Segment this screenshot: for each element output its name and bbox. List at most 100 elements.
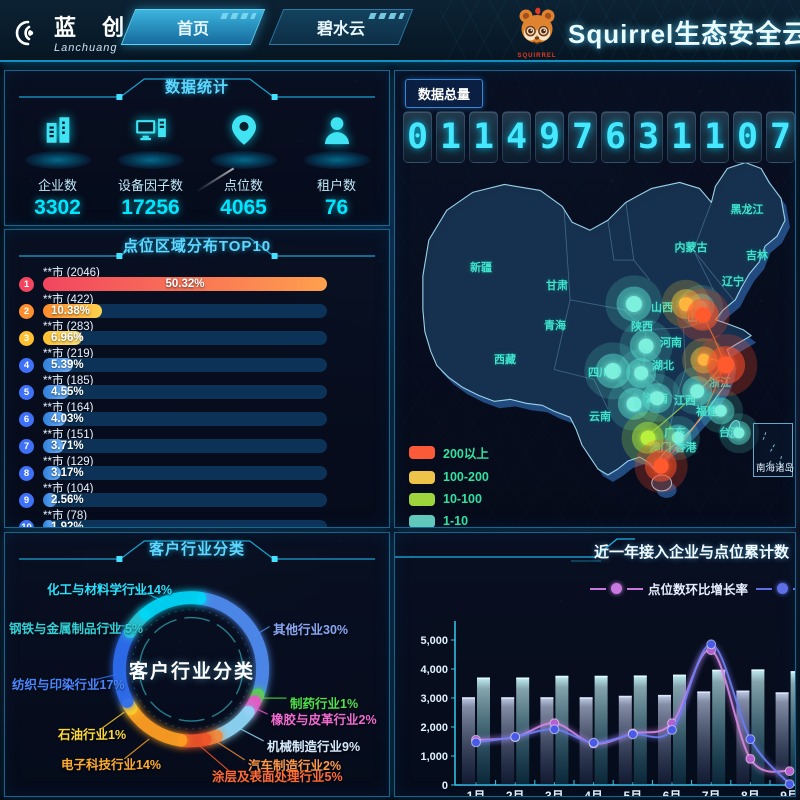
donut-segment-label: 机械制造行业9% (267, 736, 360, 755)
province-label: 四川 (588, 364, 610, 380)
province-label: 新疆 (470, 259, 492, 275)
svg-text:9月: 9月 (780, 789, 796, 797)
map-legend-item: 100-200 (409, 470, 489, 484)
top10-row[interactable]: **市 (78)101.92% (15, 507, 375, 528)
south-china-sea-inset: 南海诸岛 (753, 423, 793, 477)
main-nav: 首页 碧水云 (128, 9, 406, 45)
top10-bar-track: 4.03% (43, 412, 327, 426)
panel-industry-classification: 客户行业分类 客户行业分类 其他行业30%制药行业1%橡胶与皮革行业2%机械制造… (4, 532, 390, 797)
top10-row[interactable]: **市 (185)54.55% (15, 372, 375, 399)
stat-label: 企业数 (13, 175, 103, 194)
trend-title: 近一年接入企业与点位累计数 (594, 541, 789, 562)
legend-swatch (409, 446, 435, 459)
panel-title-bar: 点位区域分布TOP10 (5, 230, 389, 260)
lanchuang-logo-icon (14, 15, 44, 49)
donut-segment-label: 电子科技行业14% (61, 754, 161, 773)
legend-dash (793, 588, 796, 590)
stat-label: 设备因子数 (106, 175, 196, 194)
top10-pct-label: 3.71% (51, 439, 84, 453)
building-icon (41, 113, 75, 147)
top10-row[interactable]: **市 (2046)150.32% (15, 264, 375, 291)
province-label: 山东 (687, 309, 709, 325)
province-label: 吉林 (746, 247, 768, 263)
top10-row[interactable]: **市 (283)36.96% (15, 318, 375, 345)
province-label: 黑龙江 (731, 201, 764, 217)
total-data-counter: 011497631107 (403, 111, 795, 163)
counter-digit: 6 (601, 111, 630, 163)
province-label: 福建 (696, 403, 718, 419)
tab-home[interactable]: 首页 (121, 9, 266, 45)
panel-data-statistics: 数据统计 企业数 3302 设备因子数 17256 点位数 4065 (4, 70, 390, 226)
province-label: 广东 (664, 424, 686, 440)
counter-digit: 0 (403, 111, 432, 163)
top10-rank-badge: 6 (19, 412, 34, 427)
svg-text:2月: 2月 (506, 789, 525, 797)
map-legend-item: 10-100 (409, 492, 489, 506)
svg-text:4,000: 4,000 (420, 664, 448, 676)
location-pin-icon (227, 113, 261, 147)
svg-text:1,000: 1,000 (420, 751, 448, 763)
legend-label: 10-100 (443, 492, 482, 506)
top10-rank-badge: 3 (19, 331, 34, 346)
legend-label: 1-10 (443, 514, 468, 528)
panel-title: 点位区域分布TOP10 (5, 235, 389, 256)
total-data-label: 数据总量 (405, 79, 483, 108)
province-label: 澳门 香港 (649, 439, 696, 455)
province-label: 山西 (651, 299, 673, 315)
svg-text:5,000: 5,000 (420, 635, 448, 647)
top10-rank-badge: 2 (19, 304, 34, 319)
province-label: 云南 (589, 408, 611, 424)
top10-pct-label: 5.39% (51, 358, 84, 372)
top10-rank-badge: 9 (19, 493, 34, 508)
counter-digit: 4 (502, 111, 531, 163)
svg-text:8月: 8月 (741, 789, 760, 797)
top10-pct-label: 2.56% (51, 493, 84, 507)
donut-segment-label: 橡胶与皮革行业2% (271, 709, 377, 728)
top10-row[interactable]: **市 (151)73.71% (15, 426, 375, 453)
top10-row[interactable]: **市 (219)45.39% (15, 345, 375, 372)
counter-digit: 0 (733, 111, 762, 163)
legend-label: 100-200 (443, 470, 489, 484)
top10-bar-track: 4.55% (43, 385, 327, 399)
legend-label: 200以上 (443, 443, 489, 462)
province-label: 西藏 (494, 351, 516, 367)
top10-pct-label: 10.38% (51, 304, 90, 318)
stats-row: 企业数 3302 设备因子数 17256 点位数 4065 租户数 76 (5, 101, 389, 220)
counter-digit: 1 (469, 111, 498, 163)
panel-region-top10: 点位区域分布TOP10 **市 (2046)150.32%**市 (422)21… (4, 229, 390, 528)
top-header: 蓝 创 Lanchuang 首页 碧水云 SQUIRREL Squirrel生态… (0, 0, 800, 62)
top10-row[interactable]: **市 (164)64.03% (15, 399, 375, 426)
legend-swatch (409, 515, 435, 528)
province-label: 青海 (544, 317, 566, 333)
squirrel-mascot: SQUIRREL (514, 4, 560, 59)
top10-bar-track: 1.92% (43, 520, 327, 528)
inset-label: 南海诸岛 (756, 460, 794, 474)
top10-row[interactable]: **市 (129)83.17% (15, 453, 375, 480)
counter-digit: 1 (436, 111, 465, 163)
tab-bishuiyun[interactable]: 碧水云 (269, 9, 414, 45)
legend-dash (756, 588, 772, 590)
legend-swatch (409, 493, 435, 506)
map-legend-item: 200以上 (409, 443, 489, 462)
top10-bar-track: 10.38% (43, 304, 327, 318)
top10-rank-badge: 5 (19, 385, 34, 400)
panel-title: 数据统计 (5, 76, 389, 97)
map-legend-item: 1-10 (409, 514, 489, 528)
svg-text:5月: 5月 (623, 789, 642, 797)
top10-bar-list: **市 (2046)150.32%**市 (422)210.38%**市 (28… (5, 260, 389, 528)
top10-row[interactable]: **市 (104)92.56% (15, 480, 375, 507)
top10-rank-badge: 7 (19, 439, 34, 454)
svg-text:4月: 4月 (584, 789, 603, 797)
donut-segment-label: 涂层及表面处理行业5% (212, 766, 343, 785)
stat-value: 76 (292, 196, 382, 220)
legend-dash (590, 588, 606, 590)
donut-segment-label: 化工与材料学行业14% (47, 579, 172, 598)
top10-bar-track: 2.56% (43, 493, 327, 507)
stat-device-factors: 设备因子数 17256 (106, 109, 196, 220)
map-legend: 200以上 100-200 10-100 1-10 (409, 443, 489, 528)
trend-combo-chart[interactable]: 01,0002,0003,0004,0005,0001月2月3月4月5月6月7月… (395, 591, 796, 797)
top10-row[interactable]: **市 (422)210.38% (15, 291, 375, 318)
brand-logo[interactable]: 蓝 创 Lanchuang (14, 10, 134, 54)
stat-points: 点位数 4065 (199, 109, 289, 220)
top10-pct-label: 3.17% (51, 466, 84, 480)
